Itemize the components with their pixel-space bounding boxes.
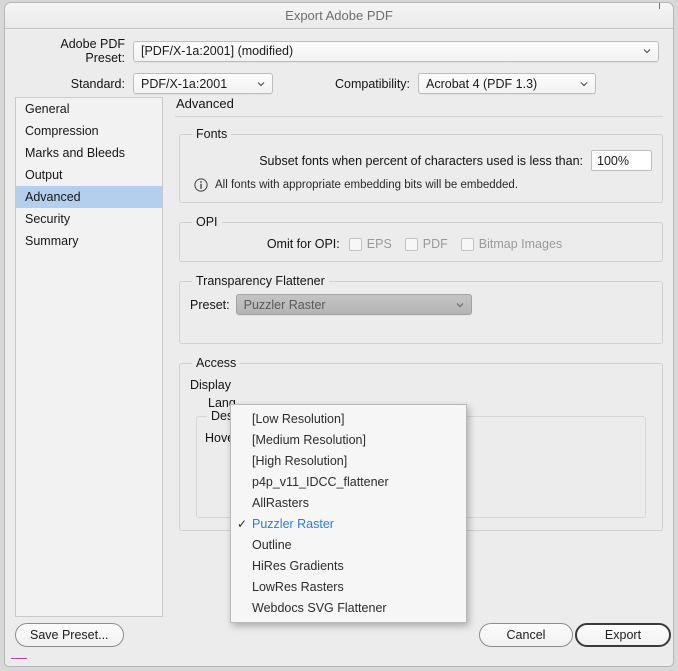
dialog-body: General Compression Marks and Bleeds Out…: [5, 93, 673, 623]
dropdown-item-outline[interactable]: Outline: [231, 535, 466, 556]
sidebar-item-label: Summary: [25, 234, 79, 248]
dropdown-item-label: [Medium Resolution]: [252, 433, 366, 447]
dropdown-item-label: Puzzler Raster: [252, 517, 334, 531]
display-label: Display: [190, 378, 231, 392]
opi-pdf-label: PDF: [422, 237, 448, 251]
omit-for-opi-row: Omit for OPI: EPS PDF Bitmap Images: [190, 237, 652, 251]
fonts-note-text: All fonts with appropriate embedding bit…: [215, 179, 519, 191]
dropdown-item-label: Outline: [252, 538, 292, 552]
chevron-down-icon: [456, 301, 464, 309]
transparency-flattener-legend: Transparency Flattener: [196, 274, 325, 288]
standard-label: Standard:: [70, 76, 125, 91]
fonts-legend: Fonts: [196, 127, 228, 141]
fonts-note: All fonts with appropriate embedding bit…: [190, 178, 652, 192]
info-icon: [194, 178, 208, 192]
chevron-down-icon: [580, 80, 588, 88]
dropdown-item-puzzler-raster[interactable]: ✓ Puzzler Raster: [231, 514, 466, 535]
dropdown-item-p4p-v11-idcc-flattener[interactable]: p4p_v11_IDCC_flattener: [231, 472, 466, 493]
sidebar-item-label: Security: [25, 212, 71, 226]
dropdown-item-label: HiRes Gradients: [252, 559, 344, 573]
dropdown-item-high-resolution[interactable]: [High Resolution]: [231, 451, 466, 472]
panel-divider: [175, 116, 663, 117]
sidebar-item-label: Advanced: [25, 190, 81, 204]
standard-compat-row: Standard: PDF/X-1a:2001 Compatibility: A…: [19, 73, 659, 94]
compatibility-value: Acrobat 4 (PDF 1.3): [426, 76, 538, 91]
sidebar-item-summary[interactable]: Summary: [16, 230, 162, 252]
compatibility-label: Compatibility:: [335, 76, 411, 91]
subset-fonts-label: Subset fonts when percent of characters …: [259, 153, 583, 168]
compatibility-select[interactable]: Acrobat 4 (PDF 1.3): [418, 73, 597, 94]
cancel-button[interactable]: Cancel: [479, 623, 573, 647]
dropdown-item-lowres-rasters[interactable]: LowRes Rasters: [231, 577, 466, 598]
opi-bitmap-images-checkbox[interactable]: Bitmap Images: [460, 237, 563, 251]
sidebar-item-general[interactable]: General: [16, 98, 162, 120]
chevron-down-icon: [643, 47, 651, 55]
window-edge-marker-bottom: [11, 658, 27, 659]
settings-sidebar: General Compression Marks and Bleeds Out…: [15, 97, 163, 617]
sidebar-item-marks-and-bleeds[interactable]: Marks and Bleeds: [16, 142, 162, 164]
dropdown-item-label: p4p_v11_IDCC_flattener: [252, 475, 389, 489]
save-preset-label: Save Preset...: [30, 628, 109, 642]
export-button[interactable]: Export: [575, 623, 671, 647]
cancel-label: Cancel: [506, 628, 546, 642]
opi-eps-checkbox[interactable]: EPS: [348, 237, 392, 251]
checkbox-box: [460, 237, 474, 251]
sidebar-item-security[interactable]: Security: [16, 208, 162, 230]
opi-pdf-checkbox[interactable]: PDF: [404, 237, 448, 251]
opi-group: OPI Omit for OPI: EPS PDF Bitmap Images: [179, 215, 663, 262]
accessibility-legend: Access: [196, 356, 237, 370]
standard-value: PDF/X-1a:2001: [141, 76, 228, 91]
checkmark-icon: ✓: [237, 517, 248, 531]
sidebar-item-label: Output: [25, 168, 63, 182]
flattener-preset-value: Puzzler Raster: [243, 297, 326, 312]
window-title: Export Adobe PDF: [285, 8, 393, 23]
preset-row: Adobe PDF Preset: [PDF/X-1a:2001] (modif…: [19, 37, 659, 65]
dropdown-item-label: [Low Resolution]: [252, 412, 345, 426]
subset-fonts-value: 100%: [597, 153, 629, 168]
checkbox-box: [348, 237, 362, 251]
sidebar-item-advanced[interactable]: Advanced: [16, 186, 162, 208]
subset-fonts-input[interactable]: 100%: [591, 150, 652, 171]
adobe-pdf-preset-select[interactable]: [PDF/X-1a:2001] (modified): [133, 40, 659, 62]
flattener-preset-dropdown-menu[interactable]: [Low Resolution] [Medium Resolution] [Hi…: [230, 404, 467, 623]
dialog-header: Adobe PDF Preset: [PDF/X-1a:2001] (modif…: [5, 29, 673, 94]
adobe-pdf-preset-value: [PDF/X-1a:2001] (modified): [141, 44, 294, 58]
dropdown-item-label: AllRasters: [252, 496, 309, 510]
page-title: Advanced: [176, 96, 234, 111]
sidebar-item-label: General: [25, 102, 70, 116]
dropdown-item-label: LowRes Rasters: [252, 580, 344, 594]
flattener-preset-row: Preset: Puzzler Raster: [190, 294, 652, 315]
export-label: Export: [604, 628, 642, 642]
transparency-flattener-group: Transparency Flattener Preset: Puzzler R…: [179, 274, 663, 344]
opi-bitmap-images-label: Bitmap Images: [478, 237, 563, 251]
sidebar-item-label: Marks and Bleeds: [25, 146, 126, 160]
checkbox-box: [404, 237, 418, 251]
fonts-group: Fonts Subset fonts when percent of chara…: [179, 127, 663, 203]
titlebar: Export Adobe PDF: [5, 3, 673, 29]
subset-fonts-row: Subset fonts when percent of characters …: [190, 150, 652, 171]
omit-for-opi-label: Omit for OPI:: [266, 237, 340, 251]
dropdown-item-hires-gradients[interactable]: HiRes Gradients: [231, 556, 466, 577]
dropdown-item-low-resolution[interactable]: [Low Resolution]: [231, 409, 466, 430]
opi-eps-label: EPS: [366, 237, 392, 251]
flattener-preset-label: Preset:: [190, 297, 230, 312]
display-row: Display: [190, 378, 652, 392]
window-edge-marker-top: [659, 3, 660, 9]
export-adobe-pdf-dialog: Export Adobe PDF Adobe PDF Preset: [PDF/…: [4, 2, 674, 667]
dropdown-item-webdocs-svg-flattener[interactable]: Webdocs SVG Flattener: [231, 598, 466, 619]
standard-select[interactable]: PDF/X-1a:2001: [133, 73, 273, 94]
sidebar-item-output[interactable]: Output: [16, 164, 162, 186]
dropdown-item-label: Webdocs SVG Flattener: [252, 601, 387, 615]
chevron-down-icon: [257, 80, 265, 88]
sidebar-item-compression[interactable]: Compression: [16, 120, 162, 142]
flattener-preset-select[interactable]: Puzzler Raster: [235, 294, 472, 315]
preset-label: Adobe PDF Preset:: [60, 37, 125, 65]
sidebar-item-label: Compression: [25, 124, 99, 138]
dropdown-item-medium-resolution[interactable]: [Medium Resolution]: [231, 430, 466, 451]
opi-legend: OPI: [196, 215, 218, 229]
dropdown-item-allrasters[interactable]: AllRasters: [231, 493, 466, 514]
save-preset-button[interactable]: Save Preset...: [15, 623, 124, 647]
dropdown-item-label: [High Resolution]: [252, 454, 348, 468]
